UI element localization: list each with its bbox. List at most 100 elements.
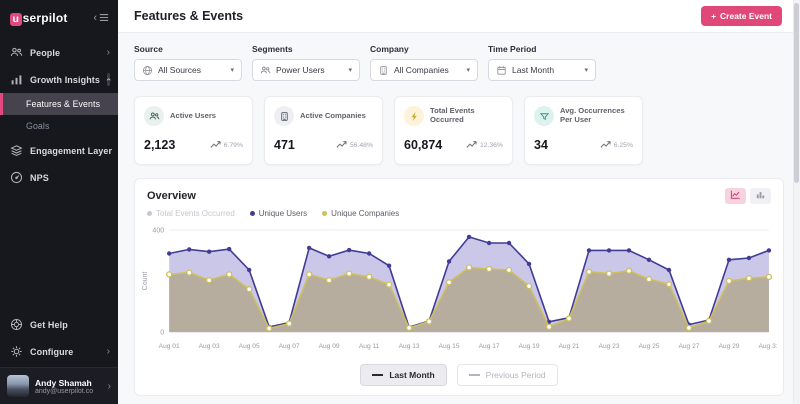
sidebar-item-goals[interactable]: Goals [0,115,118,137]
range-button-last-month[interactable]: Last Month [360,364,446,386]
dashed-line-icon [469,374,480,376]
legend-item-unique-users[interactable]: Unique Users [250,209,307,218]
overview-chart: 0400CountAug 01Aug 03Aug 05Aug 07Aug 09A… [135,220,783,359]
company-select[interactable]: All Companies▾ [370,59,478,81]
chart-type-toggles [725,188,771,204]
layers-icon [10,144,23,157]
sidebar-item-people[interactable]: People› [0,39,118,66]
filter-label: Time Period [488,44,596,54]
source-select[interactable]: All Sources▾ [134,59,242,81]
svg-text:Aug 11: Aug 11 [359,343,380,350]
create-event-button[interactable]: + Create Event [701,6,782,26]
svg-text:Aug 25: Aug 25 [638,343,659,350]
svg-text:Aug 15: Aug 15 [439,343,460,350]
filter-label: Source [134,44,242,54]
svg-text:Aug 09: Aug 09 [319,343,340,350]
range-button-previous-period[interactable]: Previous Period [457,364,558,386]
svg-text:Aug 05: Aug 05 [239,343,260,350]
caret-down-icon: ▾ [348,66,352,74]
range-button-label: Last Month [389,370,434,380]
page-header: Features & Events + Create Event [118,0,800,33]
stat-change: 6.79% [224,142,243,149]
bar-chart-toggle[interactable] [750,188,771,204]
selected-value: All Sources [158,65,201,75]
create-event-label: Create Event [720,11,772,21]
sidebar-item-label: Configure [30,347,73,357]
legend-dot-icon [147,211,152,216]
page-scrollbar[interactable] [793,0,800,404]
user-name: Andy Shamah [35,378,93,388]
chevron-right-icon: › [107,48,110,58]
trend-up-icon [336,136,347,154]
svg-text:Aug 01: Aug 01 [159,343,180,350]
chart-icon [10,73,23,86]
svg-text:Aug 17: Aug 17 [479,343,500,350]
plus-icon: + [711,11,716,21]
scrollbar-thumb[interactable] [794,3,799,183]
sidebar-item-label: Features & Events [26,99,100,109]
svg-text:Aug 21: Aug 21 [558,343,579,350]
trend-up-icon [600,136,611,154]
caret-down-icon: ▾ [466,66,470,74]
chevron-right-icon: › [107,347,110,357]
stat-card-active-companies: Active Companies47156.48% [264,96,383,165]
svg-text:Aug 29: Aug 29 [718,343,739,350]
line-chart-toggle[interactable] [725,188,746,204]
users-icon [10,46,23,59]
chart-svg: 0400CountAug 01Aug 03Aug 05Aug 07Aug 09A… [139,220,777,354]
selected-value: Power Users [276,65,325,75]
sidebar-item-configure[interactable]: Configure › [0,338,118,365]
bolt-icon [404,106,424,126]
sidebar-item-nps[interactable]: NPS [0,164,118,191]
sidebar-item-label: Engagement Layer [30,146,112,156]
sidebar: userpilot ‹ People›Growth Insights› Featu… [0,0,118,404]
sidebar-header: userpilot ‹ [0,0,118,39]
gear-icon [10,345,23,358]
sidebar-item-engagement-layer[interactable]: Engagement Layer› [0,137,118,164]
user-profile[interactable]: Andy Shamah andy@userpilot.co › [0,367,118,404]
building-icon [378,65,389,76]
globe-icon [142,65,153,76]
app-window: userpilot ‹ People›Growth Insights› Featu… [0,0,800,404]
caret-down-icon: ▾ [584,66,588,74]
filter-label: Company [370,44,478,54]
svg-text:Count: Count [142,272,149,291]
hamburger-icon [99,9,109,27]
sidebar-item-features-events[interactable]: Features & Events [0,93,118,115]
gauge-icon [10,171,23,184]
legend-item-total-events-occurred[interactable]: Total Events Occurred [147,209,235,218]
stat-value: 60,874 [404,138,442,152]
stat-value: 2,123 [144,138,175,152]
filter-time-period: Time Period Last Month▾ [488,44,596,81]
trend-up-icon [210,136,221,154]
stat-card-active-users: Active Users 2,123 6.79% [134,96,253,165]
solid-line-icon [372,374,383,376]
svg-text:Aug 23: Aug 23 [599,343,620,350]
stat-value: 34 [534,138,548,152]
avatar [7,375,29,397]
calendar-icon [496,65,507,76]
collapse-section-button[interactable]: › [107,73,110,86]
sidebar-item-growth-insights[interactable]: Growth Insights› [0,66,118,93]
svg-text:Aug 31: Aug 31 [758,343,777,350]
sidebar-item-label: Goals [26,121,49,131]
trend-up-icon [466,136,477,154]
stat-label: Active Users [170,112,216,121]
legend-item-unique-companies[interactable]: Unique Companies [322,209,399,218]
users-icon [260,65,271,76]
chart-legend: Total Events Occurred Unique Users Unique … [135,209,783,220]
help-icon [10,318,23,331]
building-icon [274,106,294,126]
page-title: Features & Events [134,9,243,23]
sidebar-collapse-button[interactable]: ‹ [93,9,109,27]
stat-label: Active Companies [300,112,366,121]
segments-select[interactable]: Power Users ▾ [252,59,360,81]
filter-company: Company All Companies▾ [370,44,478,81]
line-chart-icon [730,187,741,205]
userpilot-logo-text: serpilot [23,11,68,25]
legend-label: Unique Companies [331,209,399,218]
stat-card-total-events-occurred: Total Events Occurred60,87412.36% [394,96,513,165]
sidebar-item-get-help[interactable]: Get Help [0,311,118,338]
userpilot-logo: userpilot [10,11,68,26]
time-period-select[interactable]: Last Month▾ [488,59,596,81]
